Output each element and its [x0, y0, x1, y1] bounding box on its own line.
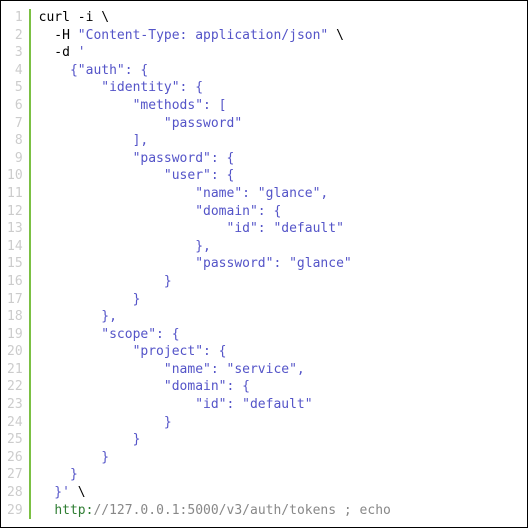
code-token: -d: [39, 45, 78, 60]
code-token: "project": {: [39, 344, 227, 359]
line-number: 27: [7, 466, 23, 484]
code-source: curl -i \ -H "Content-Type: application/…: [39, 9, 517, 519]
line-number: 17: [7, 291, 23, 309]
code-line: "domain": {: [39, 203, 517, 221]
code-token: curl -i \: [39, 10, 109, 25]
code-line: }: [39, 449, 517, 467]
code-line: "identity": {: [39, 79, 517, 97]
code-line: }: [39, 414, 517, 432]
line-number: 12: [7, 203, 23, 221]
code-token: "password": {: [39, 151, 235, 166]
line-number: 7: [7, 115, 23, 133]
code-line: }' \: [39, 484, 517, 502]
line-number: 2: [7, 27, 23, 45]
code-token: "methods": [: [39, 98, 227, 113]
code-token: }: [39, 467, 78, 482]
code-line: "domain": {: [39, 378, 517, 396]
line-number: 13: [7, 220, 23, 238]
line-number: 8: [7, 132, 23, 150]
code-line: }: [39, 273, 517, 291]
line-number: 14: [7, 238, 23, 256]
code-line: }: [39, 466, 517, 484]
code-token: "name": "service",: [39, 362, 305, 377]
line-number: 11: [7, 185, 23, 203]
code-token: "user": {: [39, 168, 235, 183]
code-line: "id": "default": [39, 220, 517, 238]
code-line: {"auth": {: [39, 62, 517, 80]
code-line: "user": {: [39, 167, 517, 185]
line-number: 18: [7, 308, 23, 326]
code-line: }: [39, 431, 517, 449]
code-token: [39, 503, 55, 518]
code-frame: 1234567891011121314151617181920212223242…: [0, 0, 528, 528]
code-line: "password": "glance": [39, 255, 517, 273]
code-token: "scope": {: [39, 327, 180, 342]
line-number: 25: [7, 431, 23, 449]
code-line: "scope": {: [39, 326, 517, 344]
code-token: "password": "glance": [39, 256, 352, 271]
code-token: {"auth": {: [39, 63, 149, 78]
code-line: http://127.0.0.1:5000/v3/auth/tokens ; e…: [39, 502, 517, 520]
line-number: 15: [7, 255, 23, 273]
line-number: 22: [7, 378, 23, 396]
line-number: 29: [7, 502, 23, 520]
code-token: "identity": {: [39, 80, 203, 95]
code-token: "id": "default": [39, 397, 313, 412]
code-token: }': [39, 485, 70, 500]
code-line: }: [39, 291, 517, 309]
code-token: }: [39, 432, 141, 447]
line-number: 5: [7, 79, 23, 97]
code-token: "name": "glance",: [39, 186, 329, 201]
code-line: "methods": [: [39, 97, 517, 115]
line-number: 1: [7, 9, 23, 27]
code-token: "domain": {: [39, 204, 282, 219]
line-number: 26: [7, 449, 23, 467]
code-line: -d ': [39, 44, 517, 62]
line-number-gutter: 1234567891011121314151617181920212223242…: [7, 9, 29, 519]
code-token: "id": "default": [39, 221, 344, 236]
code-line: "project": {: [39, 343, 517, 361]
line-number: 24: [7, 414, 23, 432]
code-token: }: [39, 415, 172, 430]
line-number: 23: [7, 396, 23, 414]
code-token: }: [39, 292, 141, 307]
code-token: http:: [54, 503, 93, 518]
line-number: 6: [7, 97, 23, 115]
code-token: "password": [39, 116, 243, 131]
code-token: "domain": {: [39, 379, 250, 394]
code-token: },: [39, 239, 211, 254]
code-line: },: [39, 308, 517, 326]
line-number: 20: [7, 343, 23, 361]
code-token: }: [39, 450, 109, 465]
code-token: ': [78, 45, 86, 60]
code-line: "id": "default": [39, 396, 517, 414]
line-number: 28: [7, 484, 23, 502]
code-line: "name": "glance",: [39, 185, 517, 203]
line-number: 3: [7, 44, 23, 62]
line-number: 16: [7, 273, 23, 291]
line-number: 19: [7, 326, 23, 344]
code-line: },: [39, 238, 517, 256]
code-block: 1234567891011121314151617181920212223242…: [7, 9, 517, 519]
code-line: -H "Content-Type: application/json" \: [39, 27, 517, 45]
code-token: },: [39, 309, 117, 324]
line-number: 21: [7, 361, 23, 379]
code-line: "password": {: [39, 150, 517, 168]
code-token: }: [39, 274, 172, 289]
code-token: -H: [39, 28, 78, 43]
code-line: ],: [39, 132, 517, 150]
gutter-bar: [29, 9, 31, 519]
code-token: ],: [39, 133, 149, 148]
line-number: 10: [7, 167, 23, 185]
code-token: "Content-Type: application/json": [78, 28, 328, 43]
line-number: 4: [7, 62, 23, 80]
line-number: 9: [7, 150, 23, 168]
code-token: //127.0.0.1:5000/v3/auth/tokens ; echo: [93, 503, 390, 518]
code-token: \: [70, 485, 86, 500]
code-line: curl -i \: [39, 9, 517, 27]
code-token: \: [328, 28, 344, 43]
code-line: "name": "service",: [39, 361, 517, 379]
code-line: "password": [39, 115, 517, 133]
